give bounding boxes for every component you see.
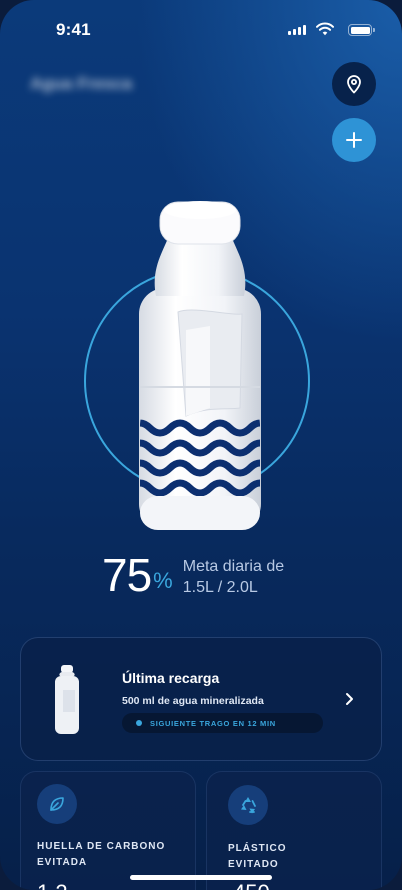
app-screen: 9:41 Agua Fresca 75 % Meta diaria de 1.5…: [0, 0, 402, 890]
daily-goal: Meta diaria de 1.5L / 2.0L: [183, 556, 284, 598]
card-title: Última recarga: [122, 670, 220, 686]
last-refill-card[interactable]: Última recarga 500 ml de agua mineraliza…: [20, 637, 382, 761]
daily-progress: 75 % Meta diaria de 1.5L / 2.0L: [102, 552, 284, 598]
plastic-avoided-tile[interactable]: PLÁSTICO EVITADO 450: [206, 771, 382, 890]
location-pin-icon: [347, 75, 361, 94]
tile-label-line: HUELLA DE CARBONO: [37, 841, 166, 852]
carbon-footprint-tile[interactable]: HUELLA DE CARBONO EVITADA 1.2: [20, 771, 196, 890]
tile-value: 1.2: [37, 880, 68, 890]
status-dot: [136, 720, 142, 726]
progress-percent: 75: [102, 549, 152, 601]
goal-amount: 1.5L / 2.0L: [182, 579, 258, 596]
bottle-thumbnail: [55, 665, 79, 734]
tile-label: PLÁSTICO EVITADO: [228, 841, 287, 873]
tile-label-line: EVITADO: [228, 859, 279, 870]
card-subtitle: 500 ml de agua mineralizada: [122, 695, 264, 707]
recycle-icon: [228, 785, 268, 825]
chevron-right-icon[interactable]: [345, 692, 355, 706]
plus-icon: [346, 132, 362, 148]
next-sip-badge: SIGUIENTE TRAGO EN 12 MIN: [122, 713, 323, 733]
percent-sign: %: [153, 568, 173, 593]
tile-label: HUELLA DE CARBONO EVITADA: [37, 839, 165, 871]
home-indicator[interactable]: [130, 875, 272, 880]
status-bar: 9:41: [0, 0, 402, 60]
goal-label: Meta diaria de: [182, 558, 285, 575]
cellular-signal-icon: [288, 25, 306, 35]
status-time: 9:41: [56, 20, 91, 39]
leaf-icon: [37, 784, 77, 824]
tile-value: 450: [233, 880, 270, 890]
tile-label-line: EVITADA: [37, 857, 88, 868]
battery-icon: [348, 24, 375, 36]
add-button[interactable]: [332, 118, 376, 162]
next-sip-text: SIGUIENTE TRAGO EN 12 MIN: [150, 718, 276, 728]
tile-label-line: PLÁSTICO: [228, 843, 287, 854]
map-button[interactable]: [332, 62, 376, 106]
wifi-icon: [316, 22, 334, 36]
bottle-image: [139, 201, 261, 530]
location-name: Agua Fresca: [30, 74, 133, 93]
